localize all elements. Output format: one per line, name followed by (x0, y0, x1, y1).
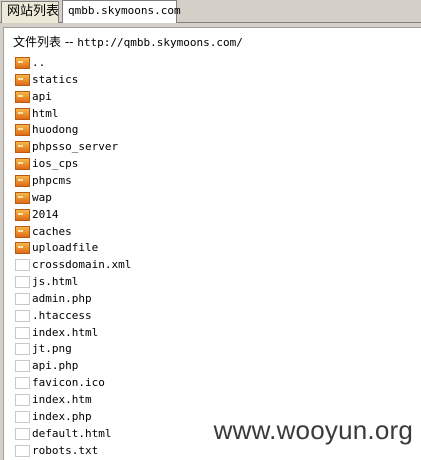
entry-name: ios_cps (32, 157, 79, 171)
file-item[interactable]: index.htm (13, 392, 313, 408)
panel-title: 文件列表 -- http://qmbb.skymoons.com/ (13, 33, 243, 51)
folder-item[interactable]: caches (13, 224, 313, 240)
entry-name: index.php (32, 409, 92, 423)
folder-icon (15, 225, 30, 238)
file-item[interactable]: .htaccess (13, 308, 313, 324)
entry-name: wap (32, 190, 52, 204)
folder-item[interactable]: statics (13, 72, 313, 88)
folder-item[interactable]: html (13, 106, 313, 122)
entry-name: api.php (32, 359, 79, 373)
folder-icon (15, 242, 30, 255)
tab-current-site[interactable]: qmbb.skymoons.com (62, 0, 181, 23)
entry-name: crossdomain.xml (32, 258, 132, 272)
entry-name: default.html (32, 426, 112, 440)
folder-item[interactable]: phpcms (13, 173, 313, 189)
entry-name: admin.php (32, 291, 92, 305)
file-icon (15, 343, 30, 356)
folder-icon (15, 141, 30, 154)
entry-name: phpsso_server (32, 140, 119, 154)
entry-name: statics (32, 72, 79, 86)
folder-icon (15, 208, 30, 221)
file-icon (15, 259, 30, 272)
entry-name: caches (32, 224, 72, 238)
entry-name: phpcms (32, 173, 72, 187)
entry-name: index.html (32, 325, 99, 339)
entry-name: index.htm (32, 393, 92, 406)
app-window: 网站列表 qmbb.skymoons.com 文件列表 -- http://qm… (0, 0, 421, 460)
entry-name: 2014 (32, 207, 59, 221)
file-item[interactable]: api.php (13, 358, 313, 374)
folder-item[interactable]: wap (13, 190, 313, 206)
file-icon (15, 292, 30, 305)
tab-bar: 网站列表 qmbb.skymoons.com (0, 0, 421, 23)
file-icon (15, 410, 30, 423)
file-icon (15, 326, 30, 339)
file-icon (15, 444, 30, 457)
folder-item[interactable]: .. (13, 55, 313, 71)
folder-item[interactable]: api (13, 89, 313, 105)
entry-name: .htaccess (32, 308, 92, 322)
entry-name: js.html (32, 275, 79, 289)
folder-icon (15, 124, 30, 137)
entry-name: favicon.ico (32, 376, 105, 390)
folder-item[interactable]: 2014 (13, 207, 313, 223)
entry-name: uploadfile (32, 241, 99, 255)
file-icon (15, 309, 30, 322)
file-icon (15, 276, 30, 289)
file-item[interactable]: favicon.ico (13, 375, 313, 391)
tab-site-list[interactable]: 网站列表 (1, 1, 59, 23)
entry-name: .. (32, 56, 46, 69)
file-icon (15, 360, 30, 373)
entry-name: api (32, 89, 52, 103)
folder-icon (15, 174, 30, 187)
folder-icon (15, 158, 30, 171)
folder-item[interactable]: ios_cps (13, 156, 313, 172)
entry-name: robots.txt (32, 443, 99, 457)
file-item[interactable]: crossdomain.xml (13, 257, 313, 273)
folder-item[interactable]: phpsso_server (13, 139, 313, 155)
panel-title-url: http://qmbb.skymoons.com/ (77, 36, 243, 49)
folder-item[interactable]: uploadfile (13, 240, 313, 256)
folder-icon (15, 90, 30, 103)
folder-icon (15, 107, 30, 120)
file-list: .. statics api html huodong phpsso_server ios_… (13, 51, 413, 460)
folder-icon (15, 191, 30, 204)
panel-title-prefix: 文件列表 -- (13, 35, 78, 49)
file-icon (15, 427, 30, 440)
entry-name: jt.png (32, 342, 72, 356)
folder-item[interactable]: huodong (13, 122, 313, 138)
entry-name: huodong (32, 123, 79, 137)
file-item[interactable]: jt.png (13, 341, 313, 357)
file-item[interactable]: index.html (13, 325, 313, 341)
file-item[interactable]: admin.php (13, 291, 313, 307)
file-list-panel: 文件列表 -- http://qmbb.skymoons.com/ .. stat… (3, 27, 421, 460)
folder-icon (15, 73, 30, 86)
file-icon (15, 394, 30, 406)
file-icon (15, 377, 30, 390)
entry-name: html (32, 106, 59, 120)
file-item[interactable]: js.html (13, 274, 313, 290)
watermark: www.wooyun.org (213, 415, 413, 445)
folder-icon (15, 57, 30, 69)
